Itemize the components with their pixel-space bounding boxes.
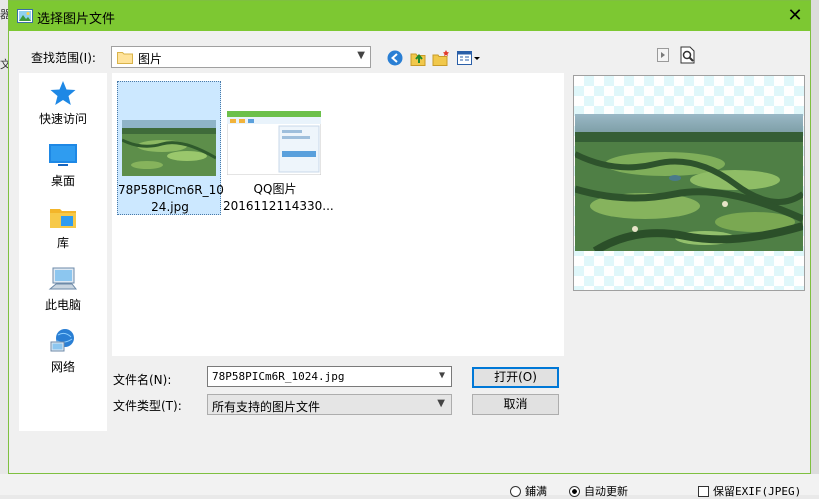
- fill-radio[interactable]: 鋪满: [510, 483, 547, 499]
- picture-icon: [17, 9, 33, 23]
- look-in-value: 图片: [138, 52, 163, 66]
- background-app-right-edge: [811, 0, 819, 495]
- place-this-pc[interactable]: 此电脑: [19, 259, 107, 319]
- filename-input[interactable]: 78P58PICm6R_1024.jpg ▼: [207, 366, 452, 387]
- file-name: QQ图片 2016112114330...: [223, 182, 334, 213]
- close-button[interactable]: ✕: [780, 1, 810, 31]
- open-button[interactable]: 打开(O): [472, 367, 559, 388]
- look-in-label: 查找范围(I):: [31, 51, 96, 65]
- places-bar: 快速访问 桌面 库 此电脑 网络: [19, 73, 107, 431]
- auto-update-radio[interactable]: 自动更新: [569, 483, 628, 499]
- background-app-bottom-bar: [0, 474, 819, 495]
- filetype-value: 所有支持的图片文件: [212, 400, 321, 414]
- file-item[interactable]: QQ图片 2016112114330...: [223, 81, 334, 215]
- star-icon: [50, 81, 76, 105]
- keep-exif-checkbox[interactable]: 保留EXIF(JPEG): [698, 483, 801, 499]
- place-libraries[interactable]: 库: [19, 197, 107, 257]
- new-folder-icon[interactable]: [432, 49, 450, 67]
- folder-icon: [117, 52, 133, 64]
- filename-label: 文件名(N):: [113, 373, 172, 387]
- back-icon[interactable]: [386, 49, 404, 67]
- chevron-down-icon: ▼: [357, 50, 365, 61]
- place-network[interactable]: 网络: [19, 321, 107, 381]
- filename-value: 78P58PICm6R_1024.jpg: [212, 370, 345, 383]
- place-desktop[interactable]: 桌面: [19, 135, 107, 195]
- filetype-select[interactable]: 所有支持的图片文件 ▼: [207, 394, 452, 415]
- place-quick-access[interactable]: 快速访问: [19, 73, 107, 133]
- preview-image: [575, 114, 803, 251]
- file-name: 78P58PICm6R_10 24.jpg: [118, 183, 224, 214]
- file-thumbnail: [122, 120, 216, 176]
- file-thumbnail: [227, 111, 321, 175]
- file-item[interactable]: 78P58PICm6R_10 24.jpg: [117, 81, 224, 215]
- play-icon[interactable]: [657, 48, 669, 62]
- title-bar[interactable]: 选择图片文件 ✕: [9, 1, 810, 31]
- library-icon: [50, 209, 76, 228]
- image-preview: [573, 75, 805, 291]
- view-menu-icon[interactable]: [456, 49, 482, 67]
- open-file-dialog: 选择图片文件 ✕ 查找范围(I): 图片 ▼ 快速访问 桌面 库 此电脑 网络 …: [8, 0, 811, 474]
- filetype-label: 文件类型(T):: [113, 399, 182, 413]
- chevron-down-icon: ▼: [437, 398, 445, 409]
- dialog-title: 选择图片文件: [37, 12, 116, 27]
- cancel-button[interactable]: 取消: [472, 394, 559, 415]
- network-icon: [50, 329, 74, 352]
- zoom-preview-icon[interactable]: [679, 46, 697, 64]
- up-folder-icon[interactable]: [409, 49, 427, 67]
- chevron-down-icon[interactable]: ▼: [439, 370, 445, 381]
- computer-icon: [48, 267, 78, 290]
- file-list: 78P58PICm6R_10 24.jpg QQ图片 2016112114330…: [112, 73, 564, 356]
- look-in-combo[interactable]: 图片 ▼: [111, 46, 371, 68]
- desktop-icon: [49, 144, 77, 166]
